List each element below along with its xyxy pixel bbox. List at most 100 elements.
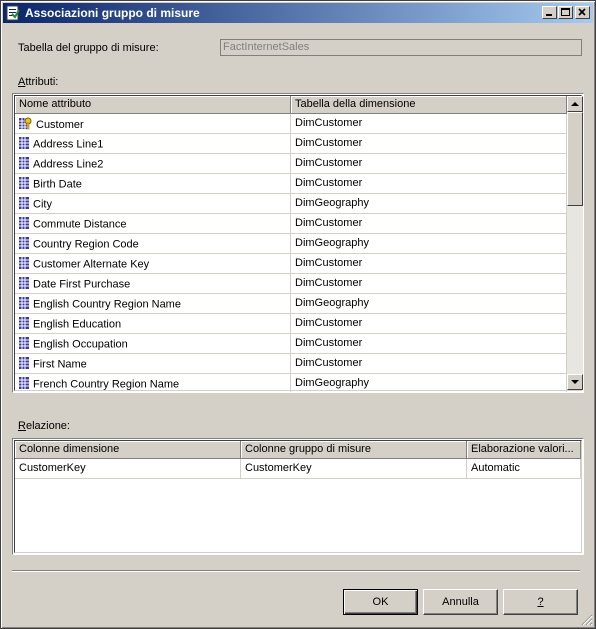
dimension-table-cell[interactable]: DimCustomer bbox=[291, 174, 567, 194]
column-header-dimension-columns[interactable]: Colonne dimensione bbox=[15, 441, 241, 459]
table-row[interactable]: Address Line2 DimCustomer bbox=[15, 154, 567, 174]
attribute-name-cell[interactable]: French Country Region Name bbox=[15, 374, 291, 392]
dialog-window: Associazioni gruppo di misure Tabella de… bbox=[0, 0, 596, 629]
dimension-table-cell[interactable]: DimGeography bbox=[291, 374, 567, 392]
cancel-button[interactable]: Annulla bbox=[423, 589, 498, 615]
minimize-icon bbox=[546, 14, 552, 16]
relation-grid[interactable]: Colonne dimensione Colonne gruppo di mis… bbox=[12, 438, 584, 555]
processing-cell[interactable]: Automatic bbox=[467, 459, 581, 479]
attribute-name-cell[interactable]: Birth Date bbox=[15, 174, 291, 194]
dimension-table-cell[interactable]: DimCustomer bbox=[291, 254, 567, 274]
dimension-table-cell[interactable]: DimCustomer bbox=[291, 334, 567, 354]
attribute-name: Commute Distance bbox=[33, 218, 127, 231]
measure-group-label: Tabella del gruppo di misure: bbox=[18, 42, 159, 54]
attribute-name: English Education bbox=[33, 318, 122, 331]
close-button[interactable] bbox=[575, 6, 590, 19]
attribute-icon bbox=[19, 377, 29, 392]
table-row[interactable]: CustomerKey CustomerKey Automatic bbox=[15, 459, 581, 479]
column-header-processing[interactable]: Elaborazione valori... bbox=[467, 441, 581, 459]
attribute-icon bbox=[19, 257, 29, 272]
dimension-table-cell[interactable]: DimGeography bbox=[291, 294, 567, 314]
attribute-icon bbox=[19, 177, 29, 192]
dimension-table-cell[interactable]: DimGeography bbox=[291, 234, 567, 254]
attribute-name: English Country Region Name bbox=[33, 298, 181, 311]
scroll-thumb[interactable] bbox=[567, 112, 583, 206]
attribute-name: City bbox=[33, 198, 52, 211]
attribute-name: Address Line2 bbox=[33, 158, 104, 171]
vertical-scrollbar[interactable] bbox=[567, 96, 583, 390]
attribute-name-cell[interactable]: Commute Distance bbox=[15, 214, 291, 234]
attribute-name-cell[interactable]: English Occupation bbox=[15, 334, 291, 354]
column-header-attribute-name[interactable]: Nome attributo bbox=[15, 96, 291, 114]
attribute-name: Customer Alternate Key bbox=[33, 258, 150, 271]
window-title: Associazioni gruppo di misure bbox=[25, 6, 200, 20]
key-attribute-icon bbox=[19, 117, 32, 133]
ok-button[interactable]: OK bbox=[343, 589, 418, 615]
table-row[interactable]: First Name DimCustomer bbox=[15, 354, 567, 374]
table-row[interactable]: French Country Region Name DimGeography bbox=[15, 374, 567, 392]
relation-label: Relazione: bbox=[18, 420, 70, 432]
attribute-name-cell[interactable]: English Country Region Name bbox=[15, 294, 291, 314]
table-row[interactable]: Country Region Code DimGeography bbox=[15, 234, 567, 254]
column-header-dimension-table[interactable]: Tabella della dimensione bbox=[291, 96, 567, 114]
attribute-name-cell[interactable]: Date First Purchase bbox=[15, 274, 291, 294]
measure-group-field: FactInternetSales bbox=[220, 39, 582, 56]
arrow-up-icon bbox=[571, 102, 579, 106]
attribute-icon bbox=[19, 277, 29, 292]
dimension-table-cell[interactable]: DimCustomer bbox=[291, 134, 567, 154]
attribute-name-cell[interactable]: Country Region Code bbox=[15, 234, 291, 254]
minimize-button[interactable] bbox=[542, 6, 557, 19]
table-row[interactable]: English Country Region Name DimGeography bbox=[15, 294, 567, 314]
attribute-icon bbox=[19, 137, 29, 152]
table-row[interactable]: English Occupation DimCustomer bbox=[15, 334, 567, 354]
attribute-name-cell[interactable]: Address Line1 bbox=[15, 134, 291, 154]
dimension-table-cell[interactable]: DimCustomer bbox=[291, 154, 567, 174]
measure-group-column-cell[interactable]: CustomerKey bbox=[241, 459, 467, 479]
attribute-icon bbox=[19, 197, 29, 212]
dimension-table-cell[interactable]: DimGeography bbox=[291, 194, 567, 214]
table-row[interactable]: Date First Purchase DimCustomer bbox=[15, 274, 567, 294]
column-header-measure-group-columns[interactable]: Colonne gruppo di misure bbox=[241, 441, 467, 459]
dimension-table-cell[interactable]: DimCustomer bbox=[291, 274, 567, 294]
table-row[interactable]: Birth Date DimCustomer bbox=[15, 174, 567, 194]
attribute-name: Customer bbox=[36, 118, 84, 131]
table-row[interactable]: City DimGeography bbox=[15, 194, 567, 214]
attribute-name-cell[interactable]: Address Line2 bbox=[15, 154, 291, 174]
attribute-icon bbox=[19, 337, 29, 352]
attribute-icon bbox=[19, 317, 29, 332]
dimension-table-cell[interactable]: DimCustomer bbox=[291, 114, 567, 134]
table-row[interactable]: English Education DimCustomer bbox=[15, 314, 567, 334]
table-row[interactable]: Customer DimCustomer bbox=[15, 114, 567, 134]
attribute-name-cell[interactable]: First Name bbox=[15, 354, 291, 374]
attribute-name: Address Line1 bbox=[33, 138, 104, 151]
dimension-column-cell[interactable]: CustomerKey bbox=[15, 459, 241, 479]
dimension-table-cell[interactable]: DimCustomer bbox=[291, 214, 567, 234]
table-row[interactable]: Commute Distance DimCustomer bbox=[15, 214, 567, 234]
attributes-grid[interactable]: Nome attributo Tabella della dimensione … bbox=[12, 93, 584, 393]
dimension-table-cell[interactable]: DimCustomer bbox=[291, 354, 567, 374]
table-row[interactable]: Customer Alternate Key DimCustomer bbox=[15, 254, 567, 274]
maximize-icon bbox=[561, 8, 570, 16]
maximize-button[interactable] bbox=[558, 6, 573, 19]
close-icon bbox=[578, 8, 586, 16]
attribute-name-cell[interactable]: English Education bbox=[15, 314, 291, 334]
attribute-name-cell[interactable]: Customer Alternate Key bbox=[15, 254, 291, 274]
attribute-icon bbox=[19, 217, 29, 232]
attribute-name: French Country Region Name bbox=[33, 378, 180, 391]
attributes-label: Attributi: bbox=[18, 76, 59, 88]
attribute-icon bbox=[19, 237, 29, 252]
scroll-down-button[interactable] bbox=[567, 374, 583, 390]
attributes-rows: Customer DimCustomer Address Line1 DimCusto… bbox=[15, 114, 567, 392]
attribute-icon bbox=[19, 357, 29, 372]
resize-grip-icon[interactable] bbox=[581, 614, 593, 626]
attribute-name: English Occupation bbox=[33, 338, 128, 351]
attribute-name-cell[interactable]: Customer bbox=[15, 114, 291, 134]
scroll-up-button[interactable] bbox=[567, 96, 583, 112]
attribute-name-cell[interactable]: City bbox=[15, 194, 291, 214]
title-bar[interactable]: Associazioni gruppo di misure bbox=[3, 3, 593, 23]
separator bbox=[12, 570, 580, 572]
attribute-icon bbox=[19, 157, 29, 172]
dimension-table-cell[interactable]: DimCustomer bbox=[291, 314, 567, 334]
table-row[interactable]: Address Line1 DimCustomer bbox=[15, 134, 567, 154]
help-button[interactable]: ? bbox=[503, 589, 578, 615]
